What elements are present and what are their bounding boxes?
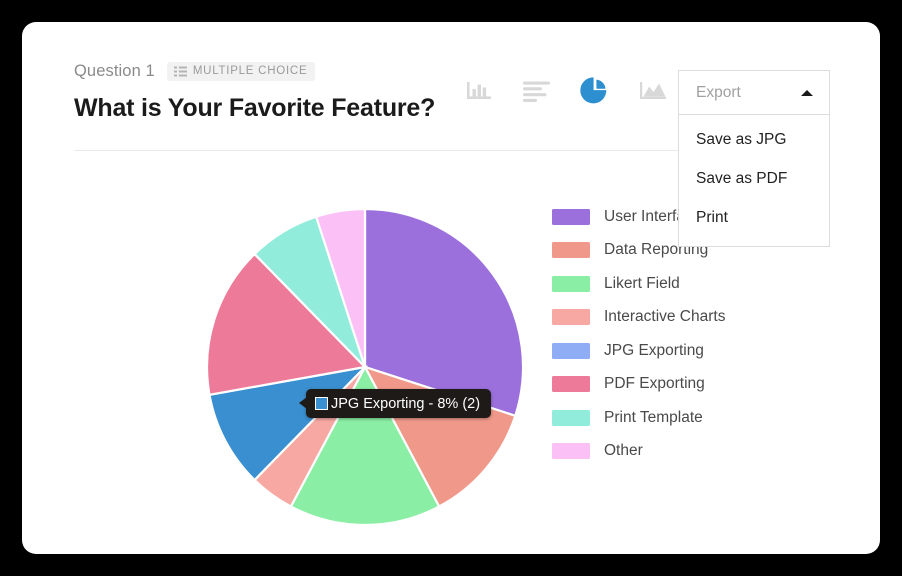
export-dropdown: Export Save as JPG Save as PDF Print bbox=[678, 70, 830, 247]
legend-item[interactable]: PDF Exporting bbox=[552, 368, 852, 402]
tooltip-arrow-icon bbox=[299, 397, 307, 409]
legend-swatch bbox=[552, 275, 590, 292]
area-chart-icon bbox=[640, 82, 666, 99]
legend-item[interactable]: JPG Exporting bbox=[552, 334, 852, 368]
bar-chart-button[interactable] bbox=[462, 74, 496, 108]
pie-chart bbox=[52, 177, 552, 527]
tooltip-swatch bbox=[315, 397, 328, 410]
app-root: Question 1 MULTIPLE CHOICE What is Your … bbox=[0, 0, 902, 576]
legend-label: PDF Exporting bbox=[604, 375, 705, 393]
page-title: What is Your Favorite Feature? bbox=[74, 94, 436, 122]
tooltip-text: JPG Exporting - 8% (2) bbox=[331, 395, 481, 412]
question-header: Question 1 MULTIPLE CHOICE bbox=[74, 62, 316, 81]
question-type-label: MULTIPLE CHOICE bbox=[192, 65, 308, 77]
legend-swatch bbox=[552, 208, 590, 225]
bar-chart-icon bbox=[467, 82, 491, 99]
question-card: Question 1 MULTIPLE CHOICE What is Your … bbox=[22, 22, 880, 554]
legend-label: Likert Field bbox=[604, 274, 680, 292]
list-icon bbox=[173, 66, 187, 76]
question-number-label: Question 1 bbox=[74, 62, 155, 80]
legend-swatch bbox=[552, 242, 590, 259]
legend-swatch bbox=[552, 309, 590, 326]
chart-type-toolbar bbox=[462, 74, 670, 108]
horizontal-bar-chart-button[interactable] bbox=[520, 74, 554, 108]
area-chart-button[interactable] bbox=[636, 74, 670, 108]
legend-swatch bbox=[552, 342, 590, 359]
caret-up-icon bbox=[801, 89, 813, 96]
legend-label: Print Template bbox=[604, 408, 703, 426]
legend-swatch bbox=[552, 409, 590, 426]
question-type-badge: MULTIPLE CHOICE bbox=[166, 62, 316, 81]
pie-chart-button[interactable] bbox=[578, 74, 612, 108]
pie-chart-svg bbox=[205, 207, 525, 526]
legend-item[interactable]: Print Template bbox=[552, 401, 852, 435]
export-menu-item-save-jpg[interactable]: Save as JPG bbox=[679, 121, 829, 160]
export-button-label: Export bbox=[696, 83, 741, 101]
legend-item[interactable]: Other bbox=[552, 435, 852, 469]
chart-tooltip: JPG Exporting - 8% (2) bbox=[299, 389, 492, 418]
export-menu-item-print[interactable]: Print bbox=[679, 199, 829, 238]
legend-label: Interactive Charts bbox=[604, 308, 726, 326]
export-menu-item-save-pdf[interactable]: Save as PDF bbox=[679, 160, 829, 199]
export-button[interactable]: Export bbox=[678, 70, 830, 115]
legend-swatch bbox=[552, 376, 590, 393]
legend-item[interactable]: Likert Field bbox=[552, 267, 852, 301]
legend-swatch bbox=[552, 443, 590, 460]
legend-item[interactable]: Interactive Charts bbox=[552, 301, 852, 335]
horizontal-bar-chart-icon bbox=[523, 81, 550, 102]
export-menu: Save as JPG Save as PDF Print bbox=[678, 115, 830, 247]
legend-label: JPG Exporting bbox=[604, 341, 704, 359]
legend-label: Other bbox=[604, 442, 643, 460]
pie-chart-icon bbox=[580, 76, 607, 103]
